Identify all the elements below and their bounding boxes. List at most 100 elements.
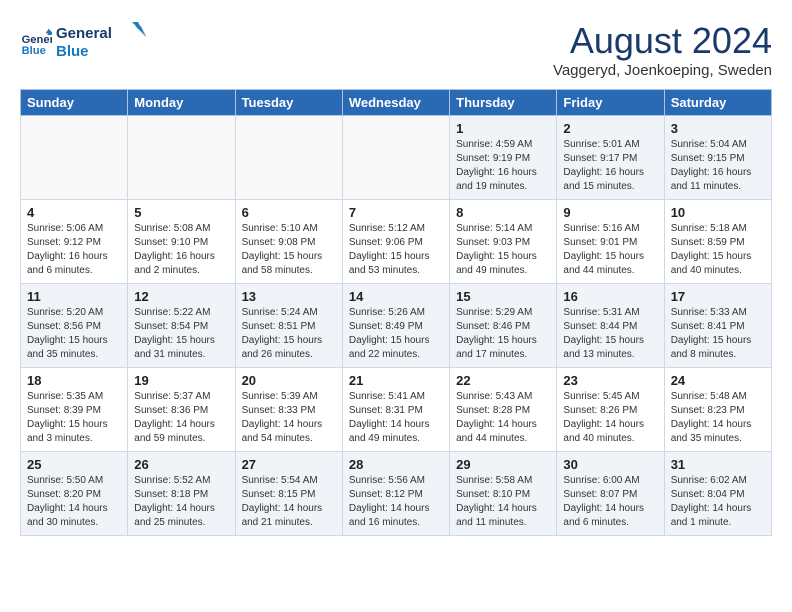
empty-day-cell [235,116,342,200]
day-number: 5 [134,205,228,220]
weekday-header-tuesday: Tuesday [235,90,342,116]
day-content: Sunrise: 5:31 AM Sunset: 8:44 PM Dayligh… [563,306,657,362]
day-number: 24 [671,373,765,388]
calendar-week-row: 4 Sunrise: 5:06 AM Sunset: 9:12 PM Daylig… [21,200,772,284]
day-number: 25 [27,457,121,472]
day-content: Sunrise: 5:16 AM Sunset: 9:01 PM Dayligh… [563,222,657,278]
empty-day-cell [128,116,235,200]
empty-day-cell [21,116,128,200]
calendar-day-cell: 8 Sunrise: 5:14 AM Sunset: 9:03 PM Daylig… [450,200,557,284]
calendar-table: SundayMondayTuesdayWednesdayThursdayFrid… [20,89,772,536]
weekday-header-row: SundayMondayTuesdayWednesdayThursdayFrid… [21,90,772,116]
day-number: 12 [134,289,228,304]
day-number: 11 [27,289,121,304]
calendar-day-cell: 13 Sunrise: 5:24 AM Sunset: 8:51 PM Dayli… [235,284,342,368]
day-number: 4 [27,205,121,220]
month-title: August 2024 [553,20,772,62]
day-content: Sunrise: 5:01 AM Sunset: 9:17 PM Dayligh… [563,138,657,194]
day-content: Sunrise: 5:24 AM Sunset: 8:51 PM Dayligh… [242,306,336,362]
weekday-header-saturday: Saturday [664,90,771,116]
day-number: 19 [134,373,228,388]
title-block: August 2024 Vaggeryd, Joenkoeping, Swede… [553,20,772,79]
calendar-day-cell: 9 Sunrise: 5:16 AM Sunset: 9:01 PM Daylig… [557,200,664,284]
day-content: Sunrise: 5:12 AM Sunset: 9:06 PM Dayligh… [349,222,443,278]
logo-icon: General Blue [20,27,52,59]
day-content: Sunrise: 5:04 AM Sunset: 9:15 PM Dayligh… [671,138,765,194]
day-number: 1 [456,121,550,136]
calendar-day-cell: 19Sunrise: 5:37 AM Sunset: 8:36 PM Dayli… [128,368,235,452]
empty-day-cell [342,116,449,200]
calendar-day-cell: 21 Sunrise: 5:41 AM Sunset: 8:31 PM Dayli… [342,368,449,452]
calendar-week-row: 1Sunrise: 4:59 AM Sunset: 9:19 PM Daylig… [21,116,772,200]
calendar-week-row: 18 Sunrise: 5:35 AM Sunset: 8:39 PM Dayli… [21,368,772,452]
day-number: 31 [671,457,765,472]
calendar-day-cell: 16 Sunrise: 5:31 AM Sunset: 8:44 PM Dayli… [557,284,664,368]
day-number: 28 [349,457,443,472]
day-number: 17 [671,289,765,304]
calendar-day-cell: 3Sunrise: 5:04 AM Sunset: 9:15 PM Daylig… [664,116,771,200]
day-number: 14 [349,289,443,304]
day-number: 7 [349,205,443,220]
calendar-day-cell: 27Sunrise: 5:54 AM Sunset: 8:15 PM Dayli… [235,452,342,536]
calendar-day-cell: 6Sunrise: 5:10 AM Sunset: 9:08 PM Daylig… [235,200,342,284]
calendar-day-cell: 26 Sunrise: 5:52 AM Sunset: 8:18 PM Dayli… [128,452,235,536]
day-number: 21 [349,373,443,388]
calendar-day-cell: 11 Sunrise: 5:20 AM Sunset: 8:56 PM Dayli… [21,284,128,368]
day-content: Sunrise: 5:41 AM Sunset: 8:31 PM Dayligh… [349,390,443,446]
day-number: 8 [456,205,550,220]
weekday-header-monday: Monday [128,90,235,116]
day-number: 2 [563,121,657,136]
day-content: Sunrise: 5:48 AM Sunset: 8:23 PM Dayligh… [671,390,765,446]
svg-text:Blue: Blue [22,45,46,57]
svg-text:General: General [56,25,112,42]
day-content: Sunrise: 5:26 AM Sunset: 8:49 PM Dayligh… [349,306,443,362]
calendar-day-cell: 20 Sunrise: 5:39 AM Sunset: 8:33 PM Dayli… [235,368,342,452]
day-number: 20 [242,373,336,388]
calendar-day-cell: 25Sunrise: 5:50 AM Sunset: 8:20 PM Dayli… [21,452,128,536]
calendar-day-cell: 31 Sunrise: 6:02 AM Sunset: 8:04 PM Dayli… [664,452,771,536]
weekday-header-sunday: Sunday [21,90,128,116]
day-number: 9 [563,205,657,220]
page-header: General Blue General Blue August 2024 Va… [20,20,772,79]
calendar-day-cell: 24 Sunrise: 5:48 AM Sunset: 8:23 PM Dayli… [664,368,771,452]
day-number: 16 [563,289,657,304]
day-content: Sunrise: 5:10 AM Sunset: 9:08 PM Dayligh… [242,222,336,278]
day-content: Sunrise: 5:33 AM Sunset: 8:41 PM Dayligh… [671,306,765,362]
day-content: Sunrise: 6:02 AM Sunset: 8:04 PM Dayligh… [671,474,765,530]
calendar-day-cell: 14 Sunrise: 5:26 AM Sunset: 8:49 PM Dayli… [342,284,449,368]
day-number: 13 [242,289,336,304]
calendar-day-cell: 10Sunrise: 5:18 AM Sunset: 8:59 PM Dayli… [664,200,771,284]
day-number: 18 [27,373,121,388]
day-content: Sunrise: 5:52 AM Sunset: 8:18 PM Dayligh… [134,474,228,530]
calendar-day-cell: 7 Sunrise: 5:12 AM Sunset: 9:06 PM Daylig… [342,200,449,284]
calendar-day-cell: 29Sunrise: 5:58 AM Sunset: 8:10 PM Dayli… [450,452,557,536]
day-number: 27 [242,457,336,472]
day-content: Sunrise: 5:35 AM Sunset: 8:39 PM Dayligh… [27,390,121,446]
calendar-day-cell: 18 Sunrise: 5:35 AM Sunset: 8:39 PM Dayli… [21,368,128,452]
calendar-day-cell: 28 Sunrise: 5:56 AM Sunset: 8:12 PM Dayli… [342,452,449,536]
day-content: Sunrise: 5:45 AM Sunset: 8:26 PM Dayligh… [563,390,657,446]
svg-text:General: General [22,34,52,46]
day-content: Sunrise: 5:43 AM Sunset: 8:28 PM Dayligh… [456,390,550,446]
day-content: Sunrise: 5:06 AM Sunset: 9:12 PM Dayligh… [27,222,121,278]
day-number: 30 [563,457,657,472]
day-content: Sunrise: 5:14 AM Sunset: 9:03 PM Dayligh… [456,222,550,278]
day-content: Sunrise: 5:39 AM Sunset: 8:33 PM Dayligh… [242,390,336,446]
calendar-day-cell: 23 Sunrise: 5:45 AM Sunset: 8:26 PM Dayli… [557,368,664,452]
calendar-day-cell: 15Sunrise: 5:29 AM Sunset: 8:46 PM Dayli… [450,284,557,368]
day-number: 23 [563,373,657,388]
calendar-day-cell: 22Sunrise: 5:43 AM Sunset: 8:28 PM Dayli… [450,368,557,452]
day-content: Sunrise: 5:58 AM Sunset: 8:10 PM Dayligh… [456,474,550,530]
weekday-header-thursday: Thursday [450,90,557,116]
day-number: 26 [134,457,228,472]
calendar-week-row: 11 Sunrise: 5:20 AM Sunset: 8:56 PM Dayli… [21,284,772,368]
calendar-day-cell: 2 Sunrise: 5:01 AM Sunset: 9:17 PM Daylig… [557,116,664,200]
day-content: Sunrise: 5:56 AM Sunset: 8:12 PM Dayligh… [349,474,443,530]
day-content: Sunrise: 5:22 AM Sunset: 8:54 PM Dayligh… [134,306,228,362]
calendar-day-cell: 12 Sunrise: 5:22 AM Sunset: 8:54 PM Dayli… [128,284,235,368]
calendar-day-cell: 4 Sunrise: 5:06 AM Sunset: 9:12 PM Daylig… [21,200,128,284]
calendar-day-cell: 17 Sunrise: 5:33 AM Sunset: 8:41 PM Dayli… [664,284,771,368]
weekday-header-wednesday: Wednesday [342,90,449,116]
calendar-day-cell: 5Sunrise: 5:08 AM Sunset: 9:10 PM Daylig… [128,200,235,284]
day-content: Sunrise: 5:20 AM Sunset: 8:56 PM Dayligh… [27,306,121,362]
